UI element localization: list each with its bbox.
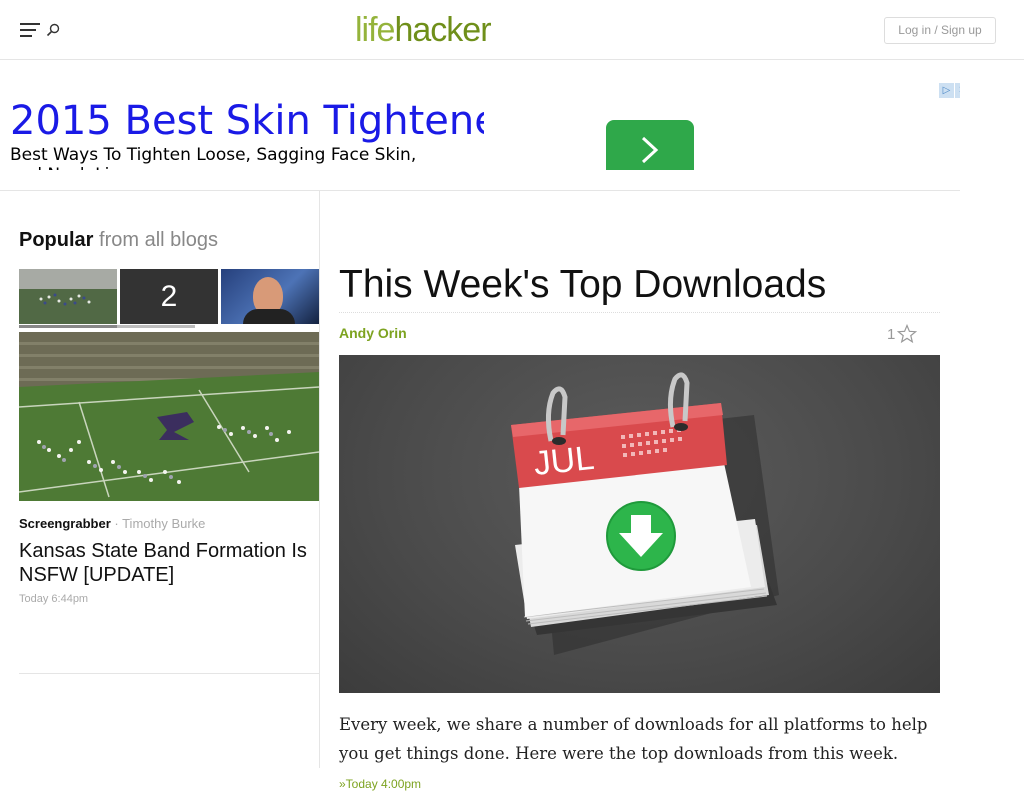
ad-description-cut: and Neck Lines (10, 164, 139, 170)
top-bar: lifehacker Log in / Sign up (0, 0, 1024, 60)
article-excerpt-text: Every week, we share a number of downloa… (339, 715, 928, 763)
meta-separator: · (110, 516, 123, 531)
carousel-progress-bar (19, 325, 195, 328)
person-shirt-image (243, 309, 295, 324)
login-signup-button[interactable]: Log in / Sign up (884, 17, 996, 44)
logo-part-hacker: hacker (394, 11, 491, 49)
article-author-link[interactable]: Andy Orin (339, 325, 407, 341)
ad-description: Best Ways To Tighten Loose, Sagging Face… (10, 145, 417, 165)
ad-choices-icon[interactable]: ▷ (939, 83, 954, 98)
popular-headline-link[interactable]: Kansas State Band Formation Is NSFW [UPD… (19, 539, 319, 587)
popular-author-link[interactable]: Timothy Burke (122, 516, 205, 531)
hamburger-menu-icon[interactable] (20, 23, 40, 37)
popular-heading-bold: Popular (19, 229, 94, 251)
carousel-thumb-3[interactable] (221, 269, 319, 324)
title-divider (339, 312, 940, 313)
advertisement-banner: 2015 Best Skin Tightene Best Ways To Tig… (0, 60, 960, 191)
chevron-right-icon (641, 136, 659, 164)
popular-meta: Screengrabber · Timothy Burke (19, 516, 205, 531)
ad-choices: ▷✕ (939, 80, 960, 98)
popular-heading: Popular from all blogs (19, 229, 218, 252)
divider (19, 673, 319, 674)
star-icon[interactable] (896, 323, 918, 349)
popular-timestamp: Today 6:44pm (19, 593, 89, 605)
search-icon[interactable] (46, 23, 60, 37)
popular-heading-rest: from all blogs (99, 229, 218, 251)
carousel-thumb-1[interactable] (19, 269, 117, 324)
article-hero-image[interactable]: JUL (339, 355, 940, 693)
article-excerpt: Every week, we share a number of downloa… (339, 710, 940, 799)
ad-close-icon[interactable]: ✕ (955, 83, 960, 98)
calendar-month-label: JUL (532, 439, 596, 483)
popular-carousel: 2 (19, 269, 319, 328)
lifehacker-logo[interactable]: lifehacker (355, 11, 492, 49)
article-title-link[interactable]: This Week's Top Downloads (339, 263, 826, 307)
popular-feature-image[interactable] (19, 332, 319, 501)
carousel-thumb-2[interactable]: 2 (120, 269, 218, 324)
logo-part-life: life (355, 11, 395, 49)
popular-category-link[interactable]: Screengrabber (19, 516, 111, 531)
popular-sidebar: Popular from all blogs 2 Screengrabber ·… (0, 191, 320, 768)
ad-go-button[interactable] (606, 120, 694, 170)
star-count: 1 (887, 326, 896, 343)
ad-headline-link[interactable]: 2015 Best Skin Tightene (10, 96, 484, 146)
main-article: This Week's Top Downloads Andy Orin 1 JU… (339, 191, 940, 791)
read-more-link[interactable]: »Today 4:00pm (339, 777, 421, 791)
